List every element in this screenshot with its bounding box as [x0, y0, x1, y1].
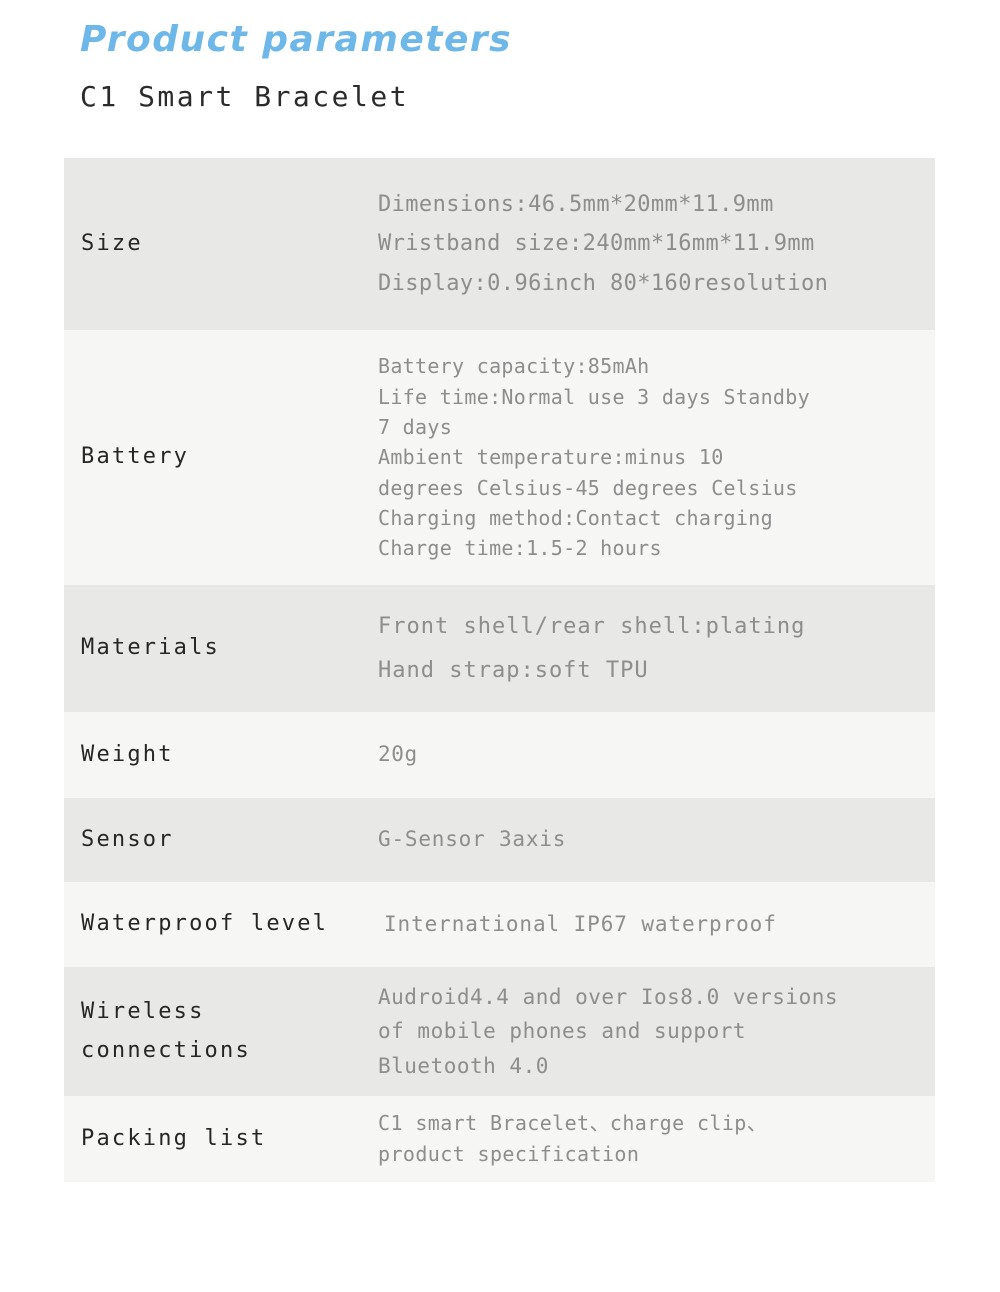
spec-label-sensor: Sensor [81, 826, 174, 852]
spec-value-wireless: Audroid4.4 and over Ios8.0 versions of m… [378, 985, 839, 1078]
spec-value-waterproof: International IP67 waterproof [384, 911, 777, 936]
product-name: C1 Smart Bracelet [80, 80, 410, 113]
spec-value-battery: Battery capacity:85mAh Life time:Normal … [378, 354, 810, 561]
spec-label-waterproof: Waterproof level [81, 911, 329, 937]
spec-label-battery: Battery [81, 444, 190, 470]
spec-value-packing: C1 smart Bracelet、charge clip、 product s… [378, 1111, 768, 1166]
spec-row-materials: Materials Front shell/rear shell:plating … [64, 585, 935, 712]
spec-row-wireless: Wireless connections Audroid4.4 and over … [64, 967, 935, 1096]
spec-row-size: Size Dimensions:46.5mm*20mm*11.9mm Wristb… [64, 158, 935, 330]
spec-label-packing: Packing list [81, 1125, 267, 1151]
spec-row-packing: Packing list C1 smart Bracelet、charge cli… [64, 1096, 935, 1182]
spec-label-size: Size [81, 230, 143, 256]
spec-row-waterproof: Waterproof level International IP67 water… [64, 882, 935, 967]
spec-label-wireless: Wireless connections [81, 999, 251, 1063]
spec-value-sensor: G-Sensor 3axis [378, 827, 567, 852]
page-title: Product parameters [80, 19, 513, 60]
spec-value-weight: 20g [378, 742, 418, 767]
spec-row-sensor: Sensor G-Sensor 3axis [64, 798, 935, 882]
spec-row-weight: Weight 20g [64, 712, 935, 798]
spec-row-battery: Battery Battery capacity:85mAh Life time:… [64, 330, 935, 585]
spec-label-materials: Materials [81, 635, 221, 661]
specification-table: Size Dimensions:46.5mm*20mm*11.9mm Wristb… [64, 158, 935, 1182]
spec-value-size: Dimensions:46.5mm*20mm*11.9mm Wristband … [378, 192, 829, 296]
spec-value-materials: Front shell/rear shell:plating Hand stra… [378, 614, 806, 683]
spec-label-weight: Weight [81, 741, 174, 767]
